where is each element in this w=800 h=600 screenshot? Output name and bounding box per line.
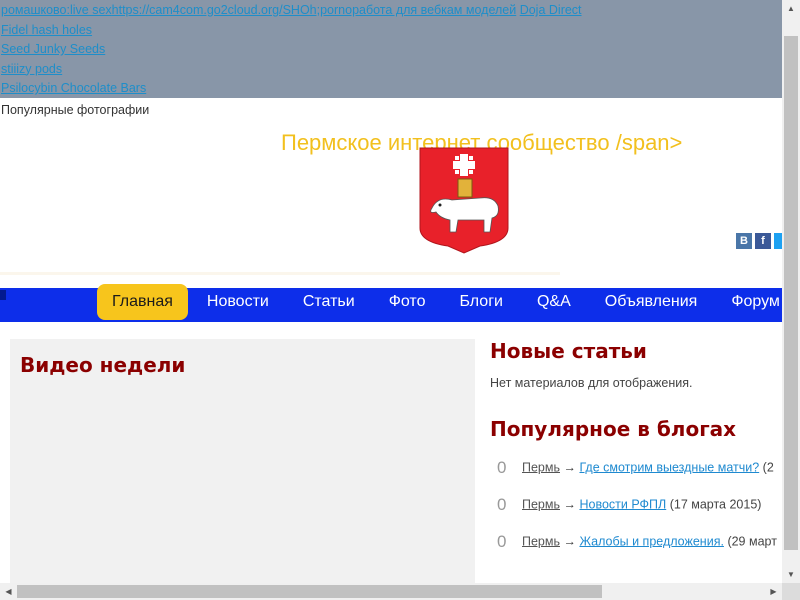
vertical-scrollbar[interactable]: ▲ ▼ [782,0,800,583]
blog-list-item: 0 Пермь → Где смотрим выездные матчи? (2 [497,458,774,478]
spam-link-row: ромашково:live sexhttps://cam4com.go2clo… [1,2,782,22]
social-icons: В f [736,233,782,249]
spam-link[interactable]: Doja Direct [520,3,582,17]
scroll-down-icon[interactable]: ▼ [782,566,800,583]
spam-link[interactable]: Seed Junky Seeds [1,42,105,56]
nav-item-ads[interactable]: Объявления [590,284,713,320]
twitter-icon[interactable] [774,233,782,249]
main-navigation: Главная Новости Статьи Фото Блоги Q&A Об… [0,284,782,322]
new-articles-heading: Новые статьи [490,339,647,363]
video-of-week-panel: Видео недели [10,339,475,589]
scroll-up-icon[interactable]: ▲ [782,0,800,17]
blog-list-item: 0 Пермь → Жалобы и предложения. (29 март [497,532,777,552]
arrow-icon: → [563,497,576,512]
nav-edge-marker [0,290,6,300]
no-materials-text: Нет материалов для отображения. [490,376,693,390]
scroll-right-icon[interactable]: ▶ [765,583,782,600]
arrow-icon: → [563,534,576,549]
perm-coat-of-arms-logo [419,147,509,254]
blog-author-link[interactable]: Пермь [522,497,560,511]
blog-post-date: (17 марта 2015) [669,497,762,512]
spam-link[interactable]: https://cam4com.go2cloud.org/SHOh; [112,3,320,17]
blog-post-date: (2 [762,460,774,475]
header-divider [0,272,560,275]
nav-item-news[interactable]: Новости [192,284,284,320]
vertical-scroll-thumb[interactable] [784,36,798,550]
spam-link[interactable]: ромашково:live sex [1,3,112,17]
nav-item-photo[interactable]: Фото [374,284,441,320]
comment-count: 0 [497,532,507,551]
blog-post-link[interactable]: Новости РФПЛ [579,497,666,511]
spam-link[interactable]: pornoработа для вебкам моделей [320,3,516,17]
nav-item-home[interactable]: Главная [97,284,188,320]
blog-list-item: 0 Пермь → Новости РФПЛ (17 марта 2015) [497,495,761,515]
blog-post-link[interactable]: Жалобы и предложения. [579,534,723,548]
arrow-icon: → [563,460,576,475]
horizontal-scrollbar[interactable]: ◀ ▶ [0,583,782,600]
video-of-week-title: Видео недели [20,353,186,377]
comment-count: 0 [497,495,507,514]
vk-icon[interactable]: В [736,233,752,249]
scrollbar-corner [782,583,800,600]
nav-item-qa[interactable]: Q&A [522,284,586,320]
blog-post-date: (29 март [727,534,777,549]
blog-post-link[interactable]: Где смотрим выездные матчи? [579,460,759,474]
popular-blogs-heading: Популярное в блогах [490,417,737,441]
nav-item-blogs[interactable]: Блоги [444,284,518,320]
facebook-icon[interactable]: f [755,233,771,249]
popular-photos-label: Популярные фотографии [1,103,150,117]
spam-link[interactable]: Psilocybin Chocolate Bars [1,81,146,95]
spam-link[interactable]: Fidel hash holes [1,23,92,37]
horizontal-scroll-thumb[interactable] [17,585,602,598]
blog-author-link[interactable]: Пермь [522,460,560,474]
nav-item-articles[interactable]: Статьи [288,284,370,320]
blog-author-link[interactable]: Пермь [522,534,560,548]
scroll-left-icon[interactable]: ◀ [0,583,17,600]
comment-count: 0 [497,458,507,477]
spam-link[interactable]: stiiizy pods [1,62,62,76]
spam-links-block: ромашково:live sexhttps://cam4com.go2clo… [0,0,782,98]
